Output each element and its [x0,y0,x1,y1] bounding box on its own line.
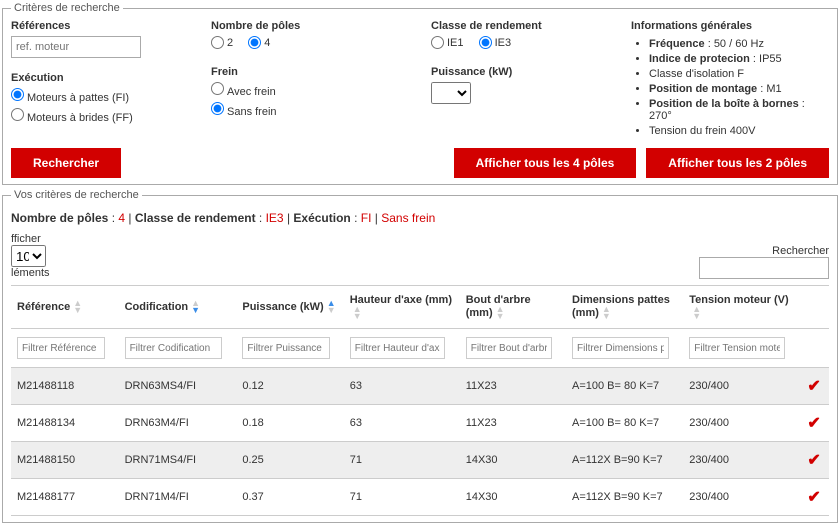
show-2-poles-button[interactable]: Afficher tous les 2 pôles [646,148,829,178]
check-icon[interactable]: ✔ [799,405,829,442]
frein-opt-avec[interactable]: Avec frein [211,82,419,98]
filter-tension[interactable] [689,337,785,359]
criteria-legend: Critères de recherche [11,2,123,14]
filter-dimensions[interactable] [572,337,669,359]
check-icon[interactable]: ✔ [799,368,829,405]
table-row: M21488150DRN71MS4/FI0.257114X30A=112X B=… [11,442,829,479]
col-bout-header[interactable]: Bout d'arbre (mm)▲▼ [460,286,566,329]
frein-opt-sans[interactable]: Sans frein [211,102,419,118]
puissance-select[interactable] [431,82,471,104]
table-row: M21488134DRN63M4/FI0.186311X23A=100 B= 8… [11,405,829,442]
classe-label: Classe de rendement [431,20,631,32]
poles-label: Nombre de pôles [211,20,431,32]
filter-reference[interactable] [17,337,105,359]
filter-puissance[interactable] [242,337,330,359]
puissance-label: Puissance (kW) [431,66,631,78]
filter-bout[interactable] [466,337,553,359]
table-row: M21488118DRN63MS4/FI0.126311X23A=100 B= … [11,368,829,405]
classe-opt-ie1[interactable]: IE1 [431,36,464,49]
rechercher-label: Rechercher [772,245,829,257]
filter-hauteur[interactable] [350,337,446,359]
info-header: Informations générales [631,20,829,32]
col-tension-header[interactable]: Tension moteur (V)▲▼ [683,286,799,329]
classe-opt-ie3[interactable]: IE3 [479,36,512,49]
results-table: Référence▲▼ Codification▲▼ Puissance (kW… [11,285,829,516]
check-icon[interactable]: ✔ [799,479,829,516]
execution-opt-brides[interactable]: Moteurs à brides (FF) [11,108,199,124]
filter-codification[interactable] [125,337,222,359]
search-button[interactable]: Rechercher [11,148,121,178]
col-puissance-header[interactable]: Puissance (kW)▲▼ [236,286,343,329]
criteria-summary: Nombre de pôles : 4 | Classe de rendemen… [11,211,829,225]
references-label: Références [11,20,211,32]
execution-opt-pattes[interactable]: Moteurs à pattes (FI) [11,88,199,104]
frein-label: Frein [211,66,431,78]
show-4-poles-button[interactable]: Afficher tous les 4 pôles [454,148,637,178]
afficher-label: fficher [11,233,41,245]
info-list: Fréquence : 50 / 60 Hz Indice de proteci… [631,38,829,140]
table-row: M21488177DRN71M4/FI0.377114X30A=112X B=9… [11,479,829,516]
col-reference-header[interactable]: Référence▲▼ [11,286,119,329]
poles-opt-2[interactable]: 2 [211,36,233,49]
elements-label: léments [11,267,50,279]
col-hauteur-header[interactable]: Hauteur d'axe (mm)▲▼ [344,286,460,329]
execution-label: Exécution [11,72,211,84]
col-codification-header[interactable]: Codification▲▼ [119,286,237,329]
poles-opt-4[interactable]: 4 [248,36,270,49]
check-icon[interactable]: ✔ [799,442,829,479]
criteria-fieldset: Critères de recherche Références Exécuti… [2,2,838,185]
references-input[interactable] [11,36,141,58]
your-criteria-legend: Vos critères de recherche [11,189,142,201]
col-dimensions-header[interactable]: Dimensions pattes (mm)▲▼ [566,286,683,329]
your-criteria-fieldset: Vos critères de recherche Nombre de pôle… [2,189,838,523]
page-size-select[interactable]: 10 [11,245,46,267]
table-search-input[interactable] [699,257,829,279]
